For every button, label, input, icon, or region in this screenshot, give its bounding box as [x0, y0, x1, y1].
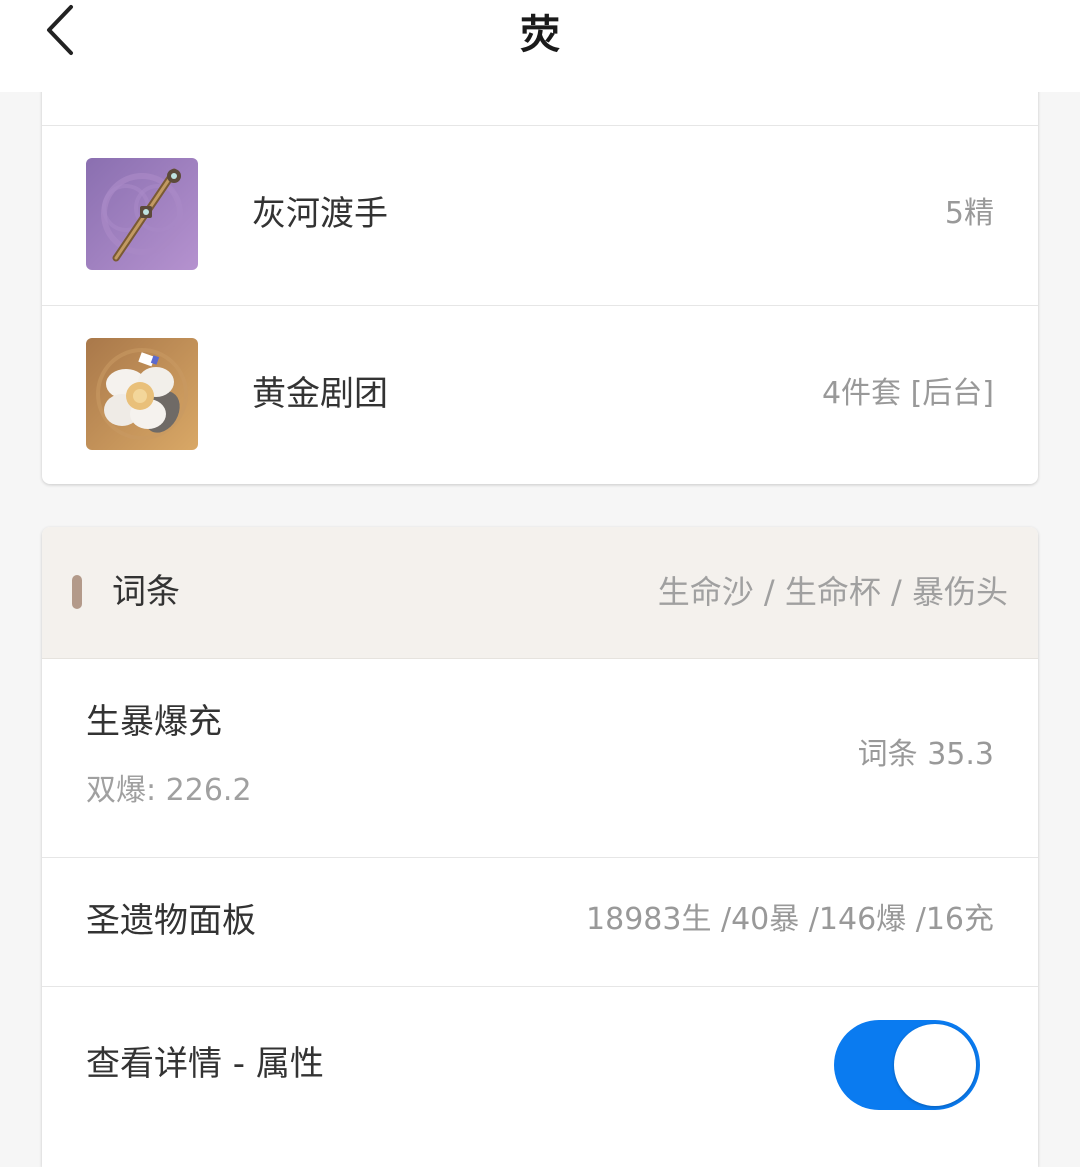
- section-title: 词条: [112, 572, 180, 612]
- polearm-weapon-icon: [86, 158, 198, 270]
- build-label: 生暴爆充: [86, 702, 222, 742]
- view-details-label: 查看详情 - 属性: [86, 1044, 324, 1084]
- artifact-set-count: 4件套 [后台]: [821, 376, 994, 411]
- artifact-panel-row[interactable]: 圣遗物面板 18983生 /40暴 /146爆 /16充: [42, 858, 1038, 987]
- top-app-bar: 荧: [0, 0, 1080, 92]
- page-title: 荧: [520, 12, 560, 58]
- page: 荧 灰河渡手 5精 黄金剧团 4件套 [后台] 词条 生命沙 / 生命杯 / 暴…: [0, 0, 1080, 1167]
- artifact-panel-label: 圣遗物面板: [86, 901, 256, 941]
- build-row[interactable]: 生暴爆充 双爆: 226.2 词条 35.3: [42, 659, 1038, 858]
- view-details-toggle[interactable]: [834, 1020, 980, 1110]
- flower-artifact-icon: [86, 338, 198, 450]
- weapon-refinement: 5精: [944, 196, 994, 231]
- substats-card: 词条 生命沙 / 生命杯 / 暴伤头 生暴爆充 双爆: 226.2 词条 35.…: [42, 527, 1038, 1167]
- section-header: 词条 生命沙 / 生命杯 / 暴伤头: [42, 527, 1038, 659]
- weapon-row[interactable]: 灰河渡手 5精: [42, 125, 1038, 305]
- crit-value-label: 双爆: 226.2: [86, 773, 252, 808]
- main-stats-summary: 生命沙 / 生命杯 / 暴伤头: [657, 573, 1008, 611]
- equipment-card: 灰河渡手 5精 黄金剧团 4件套 [后台]: [42, 60, 1038, 484]
- weapon-name: 灰河渡手: [252, 194, 388, 234]
- artifact-set-name: 黄金剧团: [252, 374, 388, 414]
- artifact-row[interactable]: 黄金剧团 4件套 [后台]: [42, 305, 1038, 484]
- view-details-row: 查看详情 - 属性: [42, 987, 1038, 1167]
- artifact-panel-value: 18983生 /40暴 /146爆 /16充: [586, 902, 994, 937]
- toggle-knob: [894, 1024, 976, 1106]
- section-accent-bar: [72, 575, 82, 609]
- substat-count: 词条 35.3: [857, 737, 994, 772]
